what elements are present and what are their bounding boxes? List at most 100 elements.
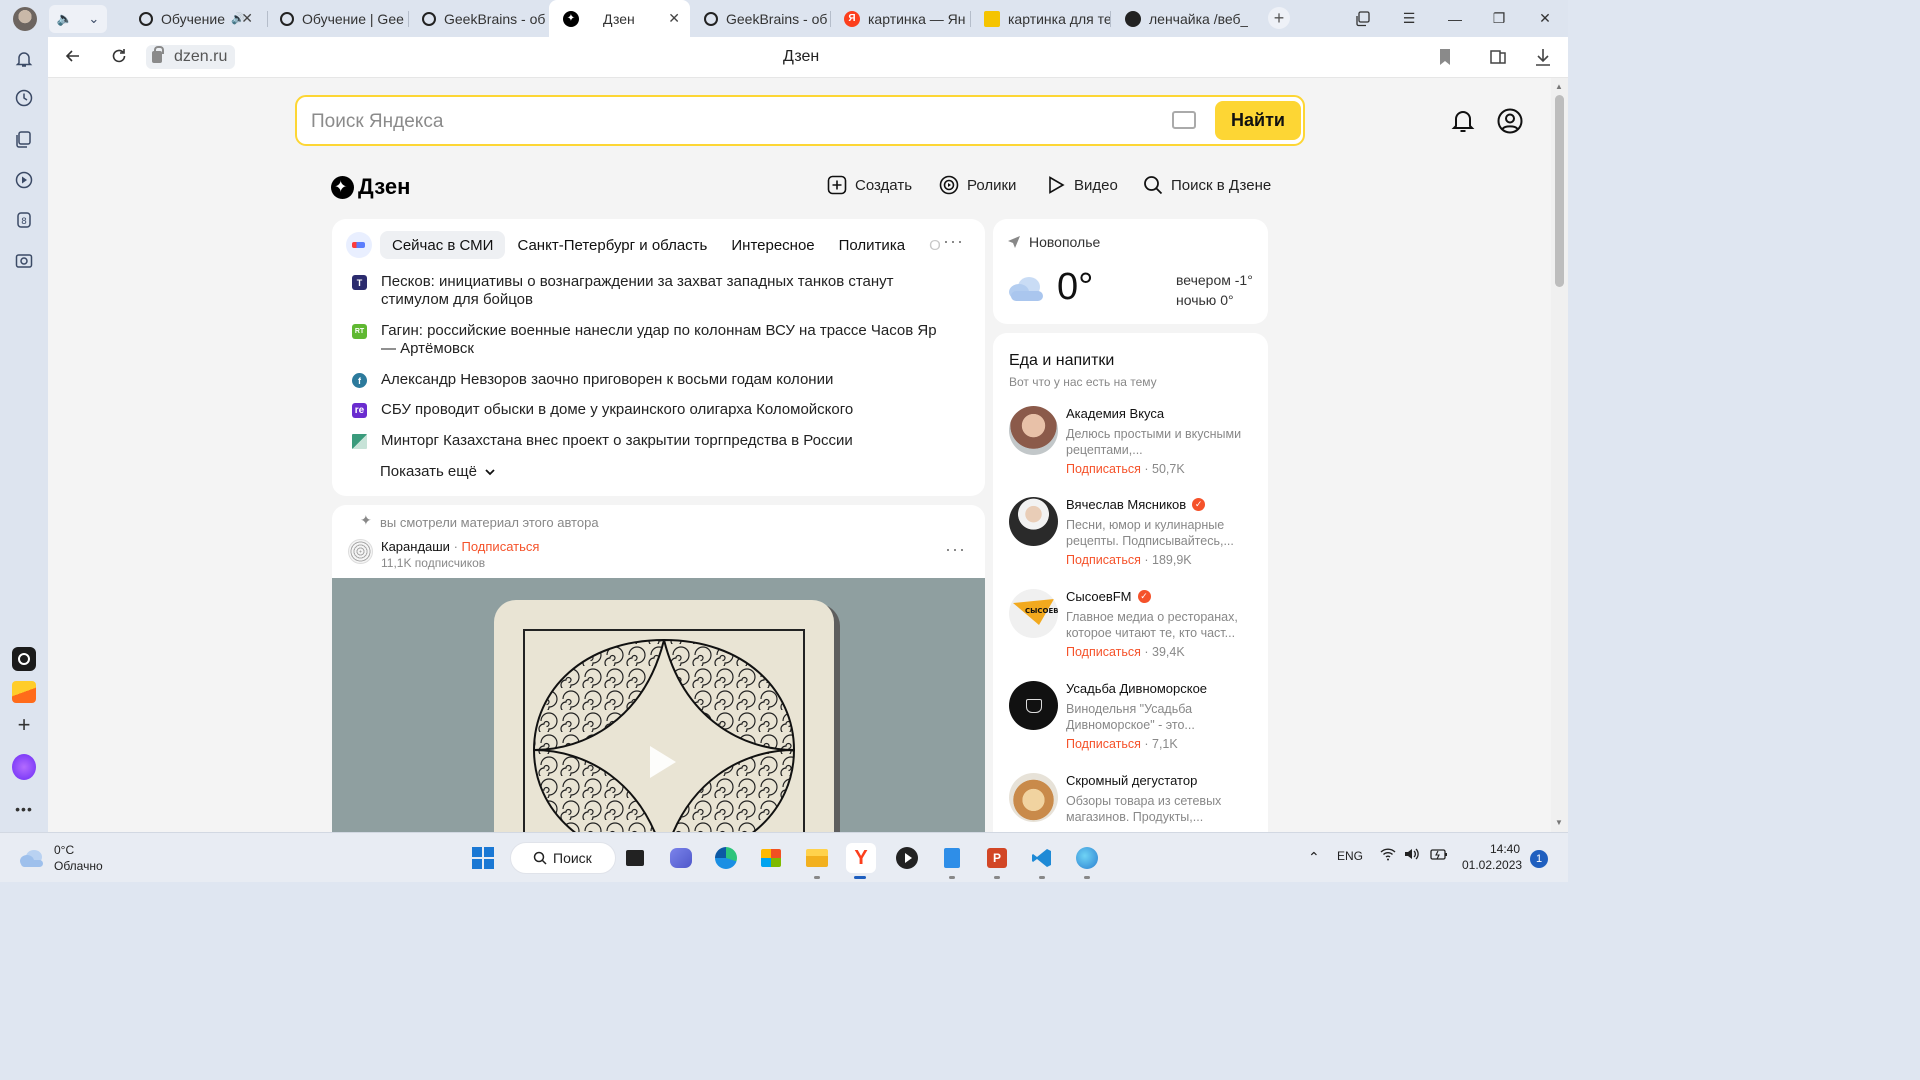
news-tab-more[interactable]: О — [917, 231, 941, 259]
collections-icon[interactable] — [12, 127, 36, 151]
audio-control[interactable]: 🔈 ⌄ — [49, 4, 107, 33]
volume-icon[interactable] — [1404, 847, 1420, 864]
tab-yandex-kartinka[interactable]: Я картинка — Ян — [830, 0, 970, 37]
nav-video[interactable]: Видео — [1046, 175, 1118, 195]
more-options-icon[interactable]: ··· — [945, 539, 966, 560]
close-window-icon[interactable]: ✕ — [1522, 0, 1568, 37]
taskbar-search[interactable]: Поиск — [510, 842, 616, 874]
nav-search-dzen[interactable]: Поиск в Дзене — [1143, 175, 1271, 195]
nav-create[interactable]: Создать — [827, 175, 912, 195]
page-scrollbar[interactable]: ▲ ▼ — [1551, 78, 1568, 832]
bookmark-icon[interactable] — [1438, 48, 1452, 71]
restore-icon[interactable]: ❐ — [1476, 0, 1522, 37]
maps-icon[interactable] — [1072, 843, 1102, 873]
news-item[interactable]: f Александр Невзоров заочно приговорен к… — [352, 371, 952, 389]
scroll-down-icon[interactable]: ▼ — [1555, 818, 1563, 827]
language-indicator[interactable]: ENG — [1337, 849, 1363, 863]
channel-avatar[interactable] — [1009, 773, 1058, 822]
channel-avatar[interactable] — [1009, 497, 1058, 546]
channel-avatar[interactable] — [1009, 681, 1058, 730]
subscribe-link[interactable]: Подписаться — [1066, 737, 1141, 751]
channel-item[interactable]: Скромный дегустатор Обзоры товара из сет… — [1009, 773, 1259, 832]
lock-icon[interactable] — [152, 46, 164, 63]
file-explorer-icon[interactable] — [802, 843, 832, 873]
store-icon[interactable] — [756, 843, 786, 873]
subscribe-link[interactable]: Подписаться — [1066, 645, 1141, 659]
subscribe-link[interactable]: Подписаться — [1066, 462, 1141, 476]
tab-dzen[interactable]: ✦ Дзен ✕ — [549, 0, 690, 37]
user-profile-icon[interactable] — [1497, 108, 1523, 139]
notification-badge[interactable]: 1 — [1530, 850, 1548, 868]
more-icon[interactable]: ••• — [12, 797, 36, 821]
news-tab-interesting[interactable]: Интересное — [719, 231, 826, 259]
tab-manager-icon[interactable] — [1340, 0, 1386, 37]
channel-item[interactable]: Вячеслав Мясников ✓ Песни, юмор и кулинар… — [1009, 497, 1259, 579]
download-icon[interactable] — [1534, 47, 1552, 72]
close-icon[interactable]: ✕ — [241, 10, 253, 27]
news-tab-politics[interactable]: Политика — [827, 231, 917, 259]
channel-item[interactable]: Академия Вкуса Делюсь простыми и вкусным… — [1009, 406, 1259, 488]
author-avatar[interactable] — [348, 539, 373, 564]
news-tab-spb[interactable]: Санкт-Петербург и область — [505, 231, 719, 259]
subscribe-link[interactable]: Подписаться — [1066, 553, 1141, 567]
keyboard-icon[interactable] — [1172, 111, 1196, 129]
menu-icon[interactable]: ☰ — [1386, 0, 1432, 37]
wifi-icon[interactable] — [1380, 847, 1396, 864]
notifications-bell-icon[interactable] — [1451, 108, 1475, 139]
tray-chevron-up-icon[interactable]: ⌃ — [1308, 849, 1320, 866]
news-item[interactable]: T Песков: инициативы о вознаграждении за… — [352, 273, 952, 309]
tab-kartinka[interactable]: картинка для те — [970, 0, 1110, 37]
speaker-icon[interactable]: 🔈 — [57, 11, 73, 27]
subscribe-link[interactable]: Подписаться — [462, 539, 540, 554]
media-player-icon[interactable] — [892, 843, 922, 873]
profile-avatar[interactable] — [13, 6, 37, 31]
more-options-icon[interactable]: ··· — [943, 231, 964, 252]
edge-icon[interactable] — [711, 843, 741, 873]
tab-obuchenie-1[interactable]: Обучение 🔊 ✕ — [125, 0, 263, 37]
powerpoint-icon[interactable]: P — [982, 843, 1012, 873]
minimize-icon[interactable]: — — [1432, 0, 1478, 37]
start-icon[interactable] — [468, 843, 498, 873]
play-icon[interactable] — [638, 740, 682, 784]
yandex-browser-icon[interactable]: Y — [846, 843, 876, 873]
extension-icon[interactable]: 8 — [12, 208, 36, 232]
vscode-icon[interactable] — [1027, 843, 1057, 873]
new-tab-button[interactable]: + — [1268, 7, 1290, 29]
notepad-icon[interactable] — [937, 843, 967, 873]
search-input[interactable] — [311, 109, 1151, 135]
news-item[interactable]: re СБУ проводит обыски в доме у украинск… — [352, 401, 952, 419]
task-view-icon[interactable] — [620, 843, 650, 873]
channel-item[interactable]: Усадьба Дивноморское Винодельня "Усадьба… — [1009, 681, 1259, 763]
add-icon[interactable]: + — [12, 712, 36, 737]
news-item[interactable]: RT Гагин: российские военные нанесли уда… — [352, 322, 952, 358]
dzen-logo[interactable]: Дзен — [331, 174, 410, 200]
reload-icon[interactable] — [110, 47, 128, 70]
post-author[interactable]: Карандаши · Подписаться — [381, 539, 539, 554]
history-icon[interactable] — [12, 86, 36, 110]
tab-geekbrains-2[interactable]: GeekBrains - об — [690, 0, 830, 37]
nav-shorts[interactable]: Ролики — [939, 175, 1016, 195]
weather-widget[interactable]: Новополье 0° вечером -1° ночью 0° — [993, 219, 1268, 324]
url-field[interactable]: dzen.ru — [146, 45, 236, 69]
bell-icon[interactable] — [12, 47, 36, 71]
scrollbar-thumb[interactable] — [1555, 95, 1564, 287]
news-item[interactable]: Минторг Казахстана внес проект о закрыти… — [352, 432, 952, 450]
video-icon[interactable] — [12, 168, 36, 192]
tab-obuchenie-2[interactable]: Обучение | Gee — [266, 0, 408, 37]
taskbar-clock[interactable]: 14:40 01.02.2023 — [1462, 841, 1522, 873]
battery-icon[interactable] — [1430, 847, 1448, 864]
tab-github[interactable]: ленчайка /веб_ — [1111, 0, 1251, 37]
close-icon[interactable]: ✕ — [668, 10, 680, 27]
channel-avatar[interactable] — [1009, 406, 1058, 455]
show-more-link[interactable]: Показать ещё — [380, 463, 497, 480]
search-button[interactable]: Найти — [1215, 101, 1301, 140]
channel-item[interactable]: СЫСОЕВ СысоевFM ✓ Главное медиа о рестора… — [1009, 589, 1259, 671]
scroll-up-icon[interactable]: ▲ — [1555, 82, 1563, 91]
news-tab-smi[interactable]: Сейчас в СМИ — [380, 231, 506, 259]
screenshot-icon[interactable] — [12, 249, 36, 273]
teams-chat-icon[interactable] — [666, 843, 696, 873]
chevron-down-icon[interactable]: ⌄ — [88, 11, 99, 27]
post-video-thumbnail[interactable] — [332, 578, 985, 832]
tab-geekbrains-1[interactable]: GeekBrains - об — [408, 0, 548, 37]
channel-avatar[interactable]: СЫСОЕВ — [1009, 589, 1058, 638]
